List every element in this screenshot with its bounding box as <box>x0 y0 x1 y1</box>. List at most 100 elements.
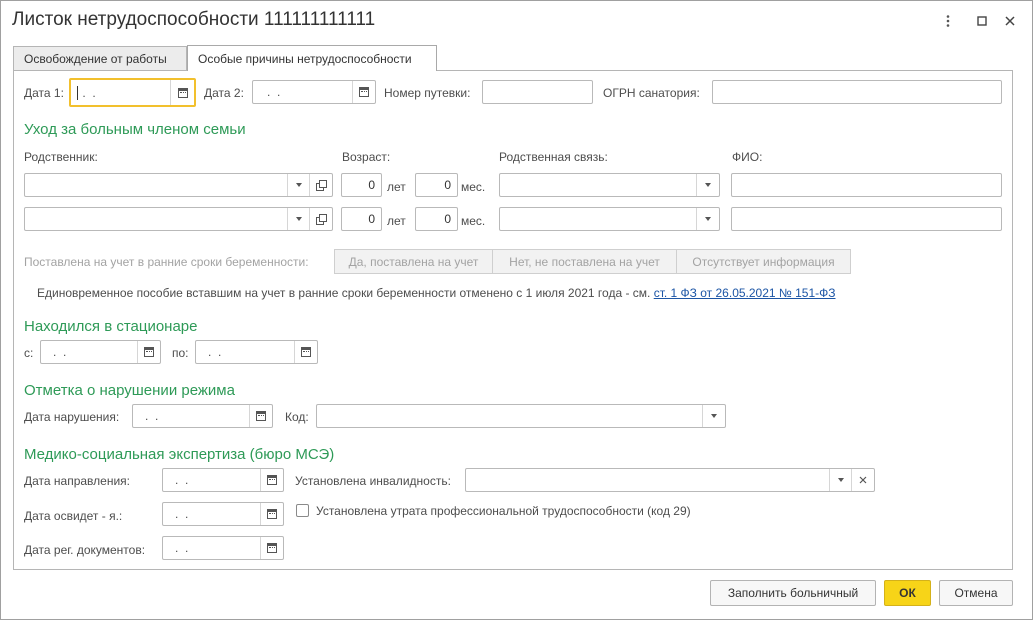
referral-date-input[interactable]: . . <box>162 468 284 492</box>
age-months-input[interactable]: 0 <box>415 207 458 231</box>
years-unit: лет <box>387 180 406 194</box>
months-unit: мес. <box>461 180 486 194</box>
calendar-icon[interactable] <box>261 503 283 525</box>
date1-input[interactable]: . . <box>69 78 196 107</box>
button-label: Заполнить больничный <box>727 586 859 600</box>
calendar-icon[interactable] <box>261 537 283 559</box>
family-care-title: Уход за больным членом семьи <box>24 121 246 138</box>
pregnancy-no-button[interactable]: Нет, не поставлена на учет <box>492 249 677 274</box>
text-caret <box>77 86 78 100</box>
hospital-from-label: с: <box>24 346 34 360</box>
age-years-input[interactable]: 0 <box>341 207 382 231</box>
date1-value: . . <box>79 86 96 100</box>
calendar-icon[interactable] <box>250 405 272 427</box>
exam-date-label: Дата освидет - я.: <box>24 509 123 523</box>
relation-select[interactable] <box>499 207 720 231</box>
tab-release-from-work[interactable]: Освобождение от работы <box>13 46 187 71</box>
law-link[interactable]: ст. 1 ФЗ от 26.05.2021 № 151-ФЗ <box>654 286 836 300</box>
calendar-icon[interactable] <box>172 80 194 105</box>
pregnancy-unknown-button[interactable]: Отсутствует информация <box>676 249 851 274</box>
referral-date-label: Дата направления: <box>24 474 130 488</box>
open-form-icon[interactable] <box>310 174 332 196</box>
mse-title: Медико-социальная экспертиза (бюро МСЭ) <box>24 446 335 463</box>
ok-button[interactable]: ОК <box>884 580 931 606</box>
voucher-input[interactable] <box>482 80 593 104</box>
years-unit: лет <box>387 214 406 228</box>
professional-loss-checkbox[interactable] <box>296 504 309 517</box>
calendar-icon[interactable] <box>261 469 283 491</box>
violation-date-value: . . <box>145 409 159 423</box>
button-label: Нет, не поставлена на учет <box>509 254 660 269</box>
reg-date-value: . . <box>175 541 189 555</box>
button-label: Отмена <box>954 586 998 600</box>
hospital-from-input[interactable]: . . <box>40 340 161 364</box>
open-form-icon[interactable] <box>310 208 332 230</box>
ogrn-label: ОГРН санатория: <box>603 86 700 100</box>
hospital-from-value: . . <box>53 345 67 359</box>
button-label: ОК <box>899 586 916 600</box>
tab-label: Особые причины нетрудоспособности <box>198 51 412 66</box>
hospital-title: Находился в стационаре <box>24 318 198 335</box>
age-column-label: Возраст: <box>342 150 391 164</box>
close-icon[interactable] <box>999 10 1021 32</box>
relative-select[interactable] <box>24 207 333 231</box>
professional-loss-label: Установлена утрата профессиональной труд… <box>316 504 691 518</box>
exam-date-input[interactable]: . . <box>162 502 284 526</box>
tab-special-reasons[interactable]: Особые причины нетрудоспособности <box>187 45 437 71</box>
violation-title: Отметка о нарушении режима <box>24 382 235 399</box>
fill-sick-leave-button[interactable]: Заполнить больничный <box>710 580 876 606</box>
violation-code-select[interactable] <box>316 404 726 428</box>
fio-input[interactable] <box>731 173 1002 197</box>
exam-date-value: . . <box>175 507 189 521</box>
dropdown-arrow-icon[interactable] <box>288 208 310 230</box>
date2-input[interactable]: . . <box>252 80 376 104</box>
calendar-icon[interactable] <box>295 341 317 363</box>
age-months-value: 0 <box>444 178 451 192</box>
violation-date-label: Дата нарушения: <box>24 410 120 424</box>
dropdown-arrow-icon[interactable] <box>697 208 719 230</box>
age-months-input[interactable]: 0 <box>415 173 458 197</box>
relation-column-label: Родственная связь: <box>499 150 608 164</box>
age-years-input[interactable]: 0 <box>341 173 382 197</box>
button-label: Отсутствует информация <box>692 254 835 269</box>
months-unit: мес. <box>461 214 486 228</box>
dropdown-arrow-icon[interactable] <box>703 405 725 427</box>
dropdown-arrow-icon[interactable] <box>830 469 852 491</box>
fio-input[interactable] <box>731 207 1002 231</box>
button-label: Да, поставлена на учет <box>348 254 479 269</box>
calendar-icon[interactable] <box>138 341 160 363</box>
dropdown-arrow-icon[interactable] <box>697 174 719 196</box>
violation-code-label: Код: <box>285 410 309 424</box>
date2-label: Дата 2: <box>204 86 244 100</box>
voucher-label: Номер путевки: <box>384 86 471 100</box>
relative-select[interactable] <box>24 173 333 197</box>
violation-date-input[interactable]: . . <box>132 404 273 428</box>
ogrn-input[interactable] <box>712 80 1002 104</box>
note-text: Единовременное пособие вставшим на учет … <box>37 286 651 300</box>
age-years-value: 0 <box>368 212 375 226</box>
maximize-icon[interactable] <box>971 10 993 32</box>
disability-select[interactable] <box>465 468 875 492</box>
referral-date-value: . . <box>175 473 189 487</box>
fio-column-label: ФИО: <box>732 150 763 164</box>
calendar-icon[interactable] <box>353 81 375 103</box>
pregnancy-yes-button[interactable]: Да, поставлена на учет <box>334 249 493 274</box>
dropdown-arrow-icon[interactable] <box>288 174 310 196</box>
tab-label: Освобождение от работы <box>24 52 167 66</box>
hospital-to-label: по: <box>172 346 189 360</box>
disability-label: Установлена инвалидность: <box>295 474 451 488</box>
pregnancy-label: Поставлена на учет в ранние сроки береме… <box>24 255 309 269</box>
hospital-to-input[interactable]: . . <box>195 340 318 364</box>
hospital-to-value: . . <box>208 345 222 359</box>
reg-date-label: Дата рег. документов: <box>24 543 146 557</box>
date1-label: Дата 1: <box>24 86 64 100</box>
date2-value: . . <box>267 85 281 99</box>
relation-select[interactable] <box>499 173 720 197</box>
age-months-value: 0 <box>444 212 451 226</box>
age-years-value: 0 <box>368 178 375 192</box>
cancel-button[interactable]: Отмена <box>939 580 1013 606</box>
reg-date-input[interactable]: . . <box>162 536 284 560</box>
more-vertical-icon[interactable] <box>937 10 959 32</box>
clear-icon[interactable] <box>852 469 874 491</box>
window-title: Листок нетрудоспособности 111111111111 <box>12 9 376 30</box>
